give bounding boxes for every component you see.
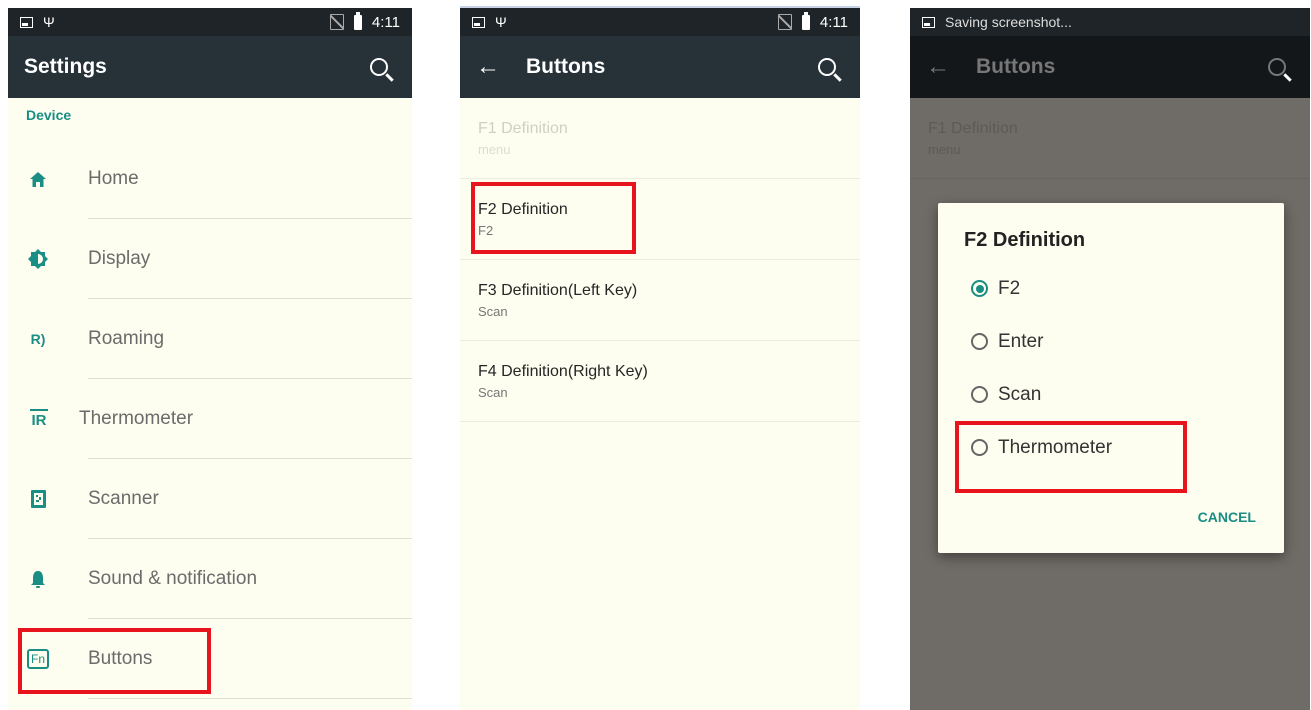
pref-title: F3 Definition(Left Key)	[478, 281, 638, 299]
no-sim-icon	[777, 14, 792, 30]
no-sim-icon	[329, 14, 344, 30]
bell-icon	[8, 570, 88, 589]
search-icon[interactable]	[370, 58, 388, 76]
image-notification-icon	[20, 16, 33, 28]
pref-f3-definition[interactable]: F3 Definition(Left Key) Scan	[460, 260, 860, 341]
page-title: Settings	[24, 55, 107, 78]
option-label: F2	[998, 277, 1021, 299]
pref-summary: menu	[928, 141, 961, 157]
app-bar: ← Buttons	[910, 36, 1310, 98]
usb-icon: Ψ	[495, 14, 507, 30]
pref-f4-definition[interactable]: F4 Definition(Right Key) Scan	[460, 341, 860, 422]
status-bar: Ψ 4:11	[460, 8, 860, 36]
back-arrow-icon: ←	[926, 53, 950, 80]
roaming-icon: R)	[30, 331, 46, 347]
status-time: 4:11	[819, 13, 848, 31]
scanner-icon	[8, 490, 88, 508]
option-f2[interactable]: F2	[938, 262, 1284, 315]
battery-icon	[801, 11, 810, 30]
ir-icon: IR	[30, 409, 48, 429]
settings-item-label: Home	[88, 168, 139, 189]
buttons-screen: Ψ 4:11 ← Buttons F1 Definition menu F2 D…	[460, 6, 860, 710]
option-enter[interactable]: Enter	[938, 315, 1284, 368]
settings-item-label: Scanner	[88, 488, 159, 509]
pref-title: F1 Definition	[928, 119, 1018, 137]
highlight-box-thermometer	[955, 421, 1187, 493]
settings-item-home[interactable]: Home	[8, 139, 412, 219]
usb-icon: Ψ	[43, 14, 55, 30]
highlight-box-f2-definition	[471, 182, 636, 254]
settings-item-label: Roaming	[88, 328, 165, 349]
settings-item-roaming[interactable]: R) Roaming	[8, 299, 412, 379]
status-bar: Saving screenshot...	[910, 8, 1310, 36]
settings-item-label: Display	[88, 248, 151, 269]
home-icon	[8, 171, 88, 188]
f2-definition-dialog: F2 Definition F2 Enter Scan Thermometer …	[938, 203, 1284, 553]
pref-title: F1 Definition	[478, 119, 568, 137]
settings-item-thermometer[interactable]: IR Thermometer	[8, 379, 412, 459]
pref-summary: Scan	[478, 303, 508, 319]
pref-summary: Scan	[478, 384, 508, 400]
search-icon	[1268, 58, 1286, 76]
app-bar: Settings	[8, 36, 412, 98]
pref-summary: menu	[478, 141, 511, 157]
search-icon[interactable]	[818, 58, 836, 76]
settings-item-label: Thermometer	[79, 408, 194, 429]
radio-checked-icon[interactable]	[971, 280, 988, 297]
radio-unchecked-icon[interactable]	[971, 386, 988, 403]
battery-icon	[353, 11, 362, 30]
cancel-button[interactable]: CANCEL	[1198, 509, 1256, 525]
settings-screen: Ψ 4:11 Settings Device Home Display R) R…	[8, 8, 412, 710]
brightness-icon	[8, 249, 88, 269]
image-notification-icon	[922, 16, 935, 28]
highlight-box-buttons	[18, 628, 211, 694]
settings-item-display[interactable]: Display	[8, 219, 412, 299]
option-scan[interactable]: Scan	[938, 368, 1284, 421]
section-header-device: Device	[26, 107, 72, 123]
pref-f1-definition: F1 Definition menu	[460, 98, 860, 179]
app-bar: ← Buttons	[460, 36, 860, 98]
page-title: Buttons	[976, 55, 1056, 78]
dialog-title: F2 Definition	[964, 229, 1086, 251]
settings-item-scanner[interactable]: Scanner	[8, 459, 412, 539]
back-arrow-icon[interactable]: ←	[476, 53, 526, 81]
settings-item-label: Sound & notification	[88, 568, 258, 589]
buttons-dialog-screen: Saving screenshot... ← Buttons F1 Defini…	[910, 8, 1310, 710]
pref-title: F4 Definition(Right Key)	[478, 362, 648, 380]
option-label: Scan	[998, 383, 1042, 405]
page-title: Buttons	[526, 55, 606, 78]
settings-item-sound[interactable]: Sound & notification	[8, 539, 412, 619]
status-notification-text: Saving screenshot...	[945, 14, 1072, 30]
radio-unchecked-icon[interactable]	[971, 333, 988, 350]
option-label: Enter	[998, 330, 1044, 352]
pref-f1-definition: F1 Definition menu	[910, 98, 1310, 178]
image-notification-icon	[472, 16, 485, 28]
status-bar: Ψ 4:11	[8, 8, 412, 36]
status-time: 4:11	[371, 13, 400, 31]
